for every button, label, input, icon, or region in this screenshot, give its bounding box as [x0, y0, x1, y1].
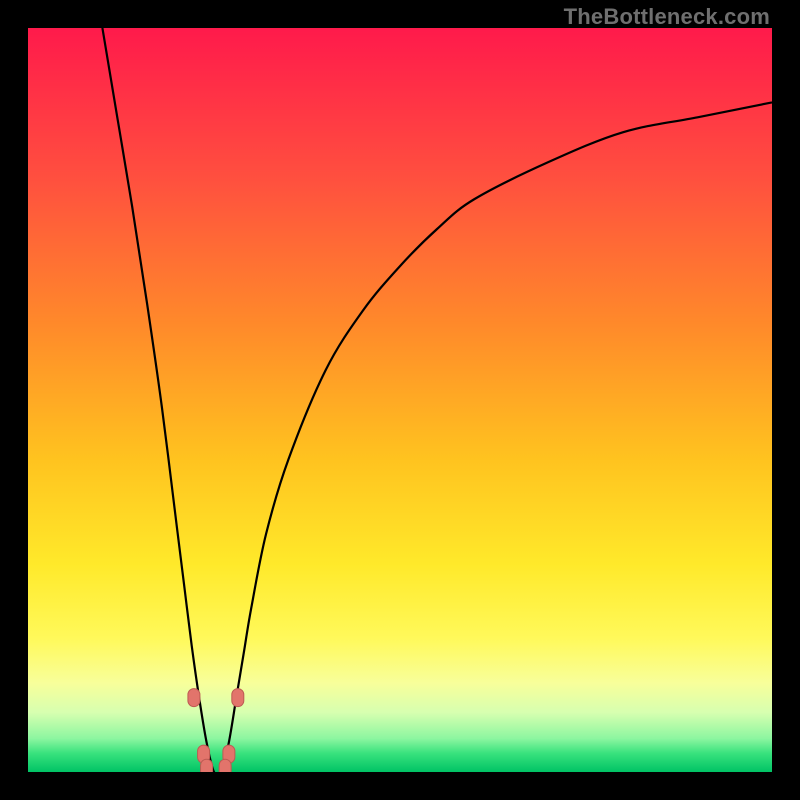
bottleneck-chart [28, 28, 772, 772]
marker-point [232, 689, 244, 707]
chart-frame [28, 28, 772, 772]
watermark-text: TheBottleneck.com [564, 4, 770, 30]
gradient-background [28, 28, 772, 772]
marker-point [219, 759, 231, 772]
marker-point [201, 759, 213, 772]
marker-point [188, 689, 200, 707]
